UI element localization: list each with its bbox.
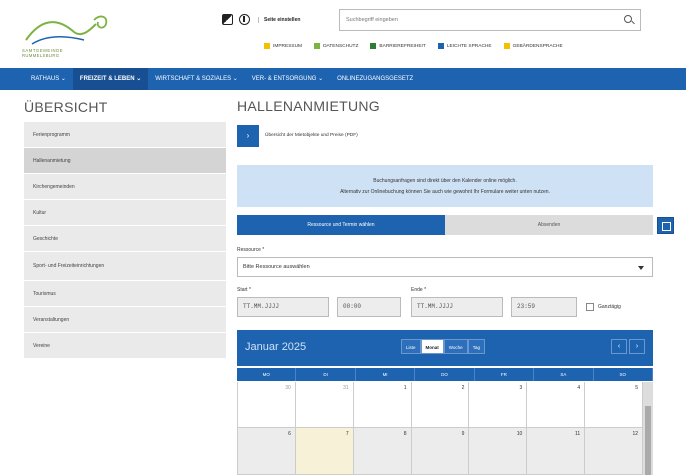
pdf-link-button[interactable]: › — [237, 125, 259, 147]
weekday-header: Mo Di Mi Do Fr Sa So — [237, 368, 653, 381]
calendar-nav: ‹ › — [611, 339, 645, 354]
nav-item-freizeit[interactable]: Freizeit & Leben ⌄ — [72, 68, 149, 90]
calendar-view-switch: Liste Monat Woche Tag — [401, 339, 485, 354]
page-title: HALLENANMIETUNG — [237, 98, 380, 114]
day-cell[interactable]: 11 — [527, 428, 586, 475]
tab-resource-time[interactable]: Ressource und Termin wählen — [237, 215, 445, 235]
weekday-di: Di — [296, 368, 356, 381]
sidebar-item-ferienprogramm[interactable]: Ferienprogramm — [24, 122, 226, 148]
resource-label: Ressource * — [237, 247, 265, 253]
day-cell[interactable]: 3 — [469, 382, 528, 428]
day-cell[interactable]: 10 — [469, 428, 528, 475]
nav-item-ozg[interactable]: Onlinezugangsgesetz — [330, 68, 420, 90]
day-cell[interactable]: 2 — [411, 382, 470, 428]
weekday-mo: Mo — [237, 368, 297, 381]
step-tabs: Ressource und Termin wählen Absenden — [237, 215, 653, 235]
start-label: Start * — [237, 287, 251, 293]
end-date-input[interactable]: TT.MM.JJJJ — [411, 297, 503, 317]
prev-month-button[interactable]: ‹ — [611, 339, 627, 354]
day-cell[interactable]: 30 — [238, 382, 296, 428]
info-line-2: Alternativ zur Onlinebuchung können Sie … — [340, 189, 550, 195]
info-line-1: Buchungsanfragen sind direkt über den Ka… — [373, 178, 517, 184]
end-time-input[interactable]: 23:59 — [511, 297, 577, 317]
main-nav: Rathaus ⌄ Freizeit & Leben ⌄ Wirtschaft … — [0, 68, 686, 90]
sidebar: Ferienprogramm Hallenanmietung Kirchenge… — [24, 122, 226, 359]
allday-checkbox[interactable] — [586, 303, 594, 311]
sidebar-title: ÜBERSICHT — [24, 99, 108, 115]
search-input[interactable]: Suchbegriff eingeben — [339, 9, 641, 31]
square-icon — [314, 43, 321, 49]
sidebar-item-veranstaltungen[interactable]: Veranstaltungen — [24, 307, 226, 333]
page-settings-link[interactable]: Seite einstellen — [258, 16, 300, 23]
contrast-icon[interactable] — [222, 14, 233, 25]
day-cell[interactable]: 6 — [238, 428, 296, 475]
chevron-right-icon: › — [246, 131, 250, 140]
square-icon — [264, 43, 270, 49]
accessibility-icon[interactable] — [239, 14, 250, 25]
nav-item-rathaus[interactable]: Rathaus ⌄ — [24, 68, 73, 90]
quicklink-datenschutz[interactable]: Datenschutz — [314, 43, 358, 49]
calendar-grid: 30 31 1 2 3 4 5 6 7 8 9 10 11 12 — [237, 382, 643, 475]
day-cell[interactable]: 5 — [585, 382, 643, 428]
day-cell[interactable]: 31 — [295, 382, 354, 428]
square-icon — [370, 43, 377, 49]
sidebar-item-kultur[interactable]: Kultur — [24, 200, 226, 226]
sidebar-item-tourismus[interactable]: Tourismus — [24, 281, 226, 307]
nav-item-versorgung[interactable]: Ver- & Entsorgung ⌄ — [245, 68, 330, 90]
weekday-mi: Mi — [356, 368, 416, 381]
site-logo[interactable]: SAMTGEMEINDE RUMMELSBURG — [22, 10, 132, 58]
view-month-button[interactable]: Monat — [420, 339, 444, 354]
allday-label: Ganztägig — [598, 304, 621, 310]
expand-icon[interactable] — [657, 217, 674, 234]
accessibility-tools: Seite einstellen — [222, 14, 300, 25]
search-placeholder: Suchbegriff eingeben — [346, 17, 398, 23]
sidebar-item-hallenanmietung[interactable]: Hallenanmietung — [24, 148, 226, 174]
start-time-input[interactable]: 00:00 — [337, 297, 401, 317]
calendar-month: Januar 2025 — [245, 341, 307, 353]
search-icon[interactable] — [624, 15, 632, 23]
weekday-do: Do — [415, 368, 475, 381]
quicklink-barrierefreiheit[interactable]: Barrierefreiheit — [370, 43, 426, 49]
day-cell[interactable]: 12 — [585, 428, 643, 475]
resource-select-value: Bitte Ressource auswählen — [243, 264, 310, 270]
quicklink-gebaerdensprache[interactable]: Gebärdensprache — [503, 43, 563, 49]
quicklink-impressum[interactable]: Impressum — [264, 43, 302, 49]
day-cell[interactable]: 9 — [411, 428, 470, 475]
nav-item-wirtschaft[interactable]: Wirtschaft & Soziales ⌄ — [148, 68, 245, 90]
quicklinks: Impressum Datenschutz Barrierefreiheit L… — [264, 43, 563, 49]
day-cell[interactable]: 8 — [353, 428, 412, 475]
calendar-scrollbar[interactable] — [643, 382, 653, 475]
day-cell[interactable]: 4 — [527, 382, 586, 428]
sidebar-item-kirchengemeinden[interactable]: Kirchengemeinden — [24, 174, 226, 200]
square-icon — [437, 43, 444, 49]
day-cell-today[interactable]: 7 — [295, 428, 354, 475]
sidebar-item-vereine[interactable]: Vereine — [24, 333, 226, 359]
pdf-link-label[interactable]: Übersicht der Mietobjekte und Preise (PD… — [265, 133, 358, 138]
calendar-header: Januar 2025 Liste Monat Woche Tag ‹ › — [237, 330, 653, 366]
tab-submit[interactable]: Absenden — [445, 215, 653, 235]
caret-down-icon — [638, 266, 644, 270]
resource-select[interactable]: Bitte Ressource auswählen — [237, 257, 653, 277]
next-month-button[interactable]: › — [629, 339, 645, 354]
start-date-input[interactable]: TT.MM.JJJJ — [237, 297, 329, 317]
quicklink-leichte-sprache[interactable]: Leichte Sprache — [437, 43, 492, 49]
view-list-button[interactable]: Liste — [401, 339, 421, 354]
weekday-so: So — [594, 368, 653, 381]
view-week-button[interactable]: Woche — [443, 339, 468, 354]
info-box: Buchungsanfragen sind direkt über den Ka… — [237, 165, 653, 207]
sidebar-item-sport[interactable]: Sport- und Freizeiteinrichtungen — [24, 252, 226, 281]
day-cell[interactable]: 1 — [353, 382, 412, 428]
logo-line2: RUMMELSBURG — [22, 53, 60, 58]
sidebar-item-geschichte[interactable]: Geschichte — [24, 226, 226, 252]
logo-swoosh-icon — [25, 15, 108, 45]
weekday-fr: Fr — [475, 368, 535, 381]
view-day-button[interactable]: Tag — [467, 339, 485, 354]
weekday-sa: Sa — [534, 368, 594, 381]
square-icon — [503, 43, 510, 49]
end-label: Ende * — [411, 287, 427, 293]
site-header: SAMTGEMEINDE RUMMELSBURG Seite einstelle… — [0, 0, 686, 66]
